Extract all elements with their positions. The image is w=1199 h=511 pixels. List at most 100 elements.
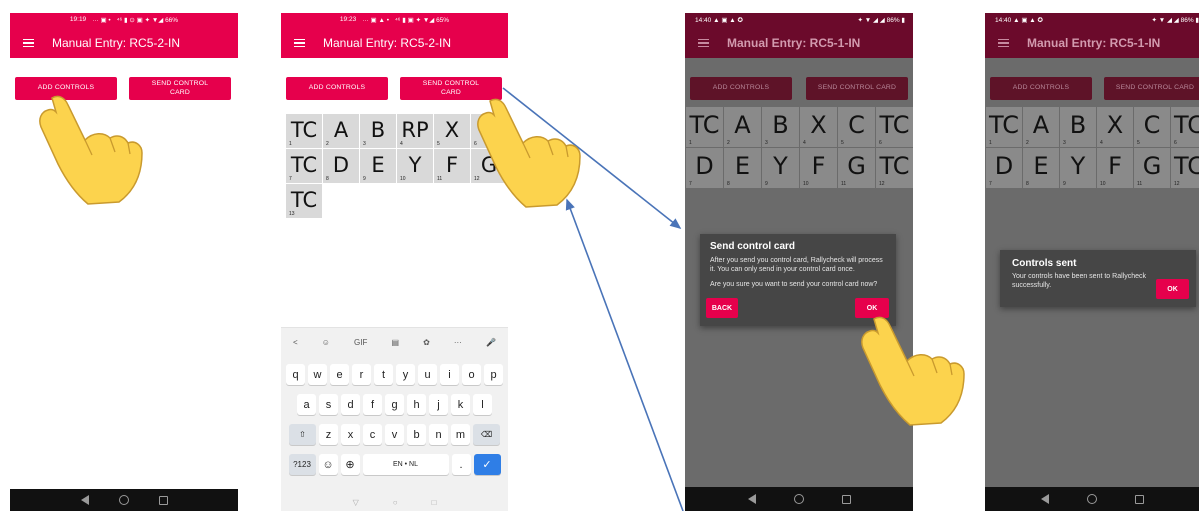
- key-a[interactable]: a: [297, 394, 316, 415]
- control-cell[interactable]: TC 7: [286, 149, 322, 183]
- key-t[interactable]: t: [374, 364, 393, 385]
- emoji-key[interactable]: ☺: [318, 454, 338, 475]
- settings-icon[interactable]: ✿: [423, 338, 430, 347]
- control-cell[interactable]: TC 12: [1171, 148, 1199, 188]
- control-cell[interactable]: A2: [1023, 107, 1059, 147]
- add-controls-button[interactable]: ADD CONTROLS: [690, 77, 792, 100]
- control-cell[interactable]: A2: [323, 114, 359, 148]
- back-nav-icon[interactable]: [1040, 494, 1049, 504]
- control-cell[interactable]: Y9: [1060, 148, 1096, 188]
- key-q[interactable]: q: [286, 364, 305, 385]
- control-cell[interactable]: RP 4: [397, 114, 433, 148]
- home-nav-icon[interactable]: [118, 495, 129, 505]
- home-nav-icon[interactable]: [1086, 494, 1097, 504]
- enter-key[interactable]: ✓: [473, 454, 501, 475]
- control-cell[interactable]: D7: [986, 148, 1022, 188]
- recents-nav-icon[interactable]: [841, 494, 851, 504]
- control-cell[interactable]: X5: [434, 114, 470, 148]
- key-m[interactable]: m: [451, 424, 470, 445]
- period-key[interactable]: .: [451, 454, 471, 475]
- microphone-icon[interactable]: 🎤: [486, 338, 496, 347]
- key-l[interactable]: l: [473, 394, 492, 415]
- control-cell[interactable]: B3: [1060, 107, 1096, 147]
- add-controls-button[interactable]: ADD CONTROLS: [990, 77, 1092, 100]
- globe-icon[interactable]: ⊕: [340, 454, 360, 475]
- back-nav-icon[interactable]: [80, 495, 89, 505]
- key-r[interactable]: r: [352, 364, 371, 385]
- key-x[interactable]: x: [341, 424, 360, 445]
- key-z[interactable]: z: [319, 424, 338, 445]
- key-d[interactable]: d: [341, 394, 360, 415]
- menu-icon[interactable]: [16, 28, 40, 58]
- key-o[interactable]: o: [462, 364, 481, 385]
- back-nav-icon[interactable]: [747, 494, 756, 504]
- recents-nav-icon[interactable]: □: [432, 498, 437, 507]
- send-control-card-button[interactable]: SEND CONTROL CARD: [1104, 77, 1199, 100]
- control-cell[interactable]: C5: [838, 107, 875, 147]
- recents-nav-icon[interactable]: [158, 495, 168, 505]
- menu-icon[interactable]: [287, 28, 311, 58]
- key-h[interactable]: h: [407, 394, 426, 415]
- key-b[interactable]: b: [407, 424, 426, 445]
- more-icon[interactable]: ···: [454, 338, 462, 347]
- control-cell[interactable]: TC 6: [1171, 107, 1199, 147]
- back-arrow-icon[interactable]: <: [293, 338, 298, 347]
- control-cell[interactable]: TC 1: [686, 107, 723, 147]
- key-j[interactable]: j: [429, 394, 448, 415]
- key-v[interactable]: v: [385, 424, 404, 445]
- key-u[interactable]: u: [418, 364, 437, 385]
- home-nav-icon[interactable]: [793, 494, 804, 504]
- control-cell[interactable]: G 11: [838, 148, 875, 188]
- key-i[interactable]: i: [440, 364, 459, 385]
- control-cell[interactable]: X4: [1097, 107, 1133, 147]
- key-f[interactable]: f: [363, 394, 382, 415]
- control-cell[interactable]: D7: [686, 148, 723, 188]
- control-cell[interactable]: E8: [724, 148, 761, 188]
- control-cell[interactable]: E9: [360, 149, 396, 183]
- control-cell[interactable]: C5: [1134, 107, 1170, 147]
- menu-icon[interactable]: [691, 28, 715, 58]
- key-n[interactable]: n: [429, 424, 448, 445]
- control-cell[interactable]: F 10: [800, 148, 837, 188]
- home-nav-icon[interactable]: ○: [393, 498, 398, 507]
- control-cell[interactable]: G 11: [1134, 148, 1170, 188]
- backspace-key[interactable]: ⌫: [473, 424, 500, 445]
- control-cell[interactable]: A2: [724, 107, 761, 147]
- control-cell[interactable]: TC 12: [876, 148, 913, 188]
- key-k[interactable]: k: [451, 394, 470, 415]
- ok-button[interactable]: OK: [1156, 279, 1189, 299]
- control-cell[interactable]: Y9: [762, 148, 799, 188]
- control-cell[interactable]: D8: [323, 149, 359, 183]
- key-p[interactable]: p: [484, 364, 503, 385]
- back-button[interactable]: BACK: [706, 298, 738, 318]
- control-cell[interactable]: TC 13: [286, 184, 322, 218]
- key-e[interactable]: e: [330, 364, 349, 385]
- key-s[interactable]: s: [319, 394, 338, 415]
- control-cell[interactable]: Y 10: [397, 149, 433, 183]
- control-cell[interactable]: F 10: [1097, 148, 1133, 188]
- key-y[interactable]: y: [396, 364, 415, 385]
- gif-icon[interactable]: GIF: [354, 338, 367, 347]
- recents-nav-icon[interactable]: [1134, 494, 1144, 504]
- send-control-card-button[interactable]: SEND CONTROL CARD: [806, 77, 908, 100]
- key-w[interactable]: w: [308, 364, 327, 385]
- control-cell[interactable]: B3: [360, 114, 396, 148]
- menu-icon[interactable]: [991, 28, 1015, 58]
- symbols-key[interactable]: ?123: [288, 454, 316, 475]
- clipboard-icon[interactable]: ▤: [391, 338, 399, 347]
- control-cell[interactable]: E8: [1023, 148, 1059, 188]
- control-cell[interactable]: F 11: [434, 149, 470, 183]
- control-code: F: [811, 152, 826, 180]
- emoji-icon[interactable]: ☺: [322, 338, 330, 347]
- add-controls-button[interactable]: ADD CONTROLS: [286, 77, 388, 100]
- space-key[interactable]: EN • NL: [362, 454, 449, 475]
- control-cell[interactable]: X4: [800, 107, 837, 147]
- hide-keyboard-icon[interactable]: ▽: [353, 498, 359, 507]
- key-g[interactable]: g: [385, 394, 404, 415]
- control-cell[interactable]: TC 6: [876, 107, 913, 147]
- key-c[interactable]: c: [363, 424, 382, 445]
- shift-key[interactable]: ⇧: [289, 424, 316, 445]
- control-cell[interactable]: TC 1: [986, 107, 1022, 147]
- control-cell[interactable]: B3: [762, 107, 799, 147]
- control-cell[interactable]: TC 1: [286, 114, 322, 148]
